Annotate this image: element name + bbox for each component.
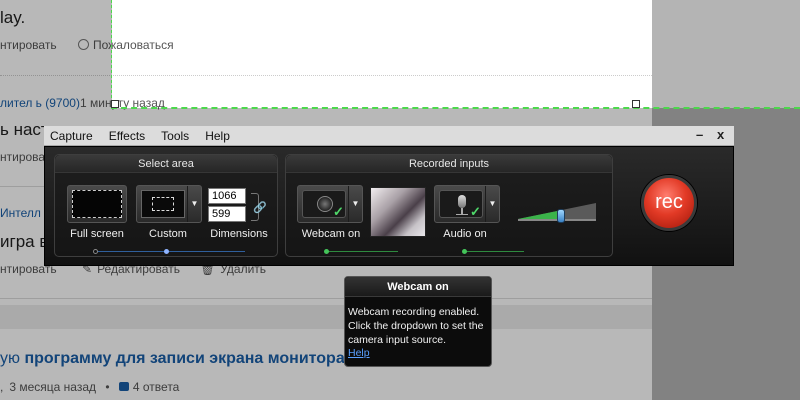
track-dot-active bbox=[324, 249, 329, 254]
recorder-toolbar: Select area Full screen ▼ Custom 1066 59… bbox=[44, 146, 734, 266]
camera-lens bbox=[317, 196, 333, 212]
audio-label: Audio on bbox=[443, 228, 487, 240]
area-track bbox=[95, 251, 245, 252]
recorded-inputs-panel: Recorded inputs ✓ ▼ Webcam on ✓ ▼ Audio … bbox=[285, 154, 613, 257]
input-track bbox=[326, 251, 398, 252]
width-input[interactable]: 1066 bbox=[208, 188, 246, 204]
custom-area-marquee bbox=[152, 197, 174, 211]
custom-label: Custom bbox=[149, 228, 187, 240]
selection-border-bottom[interactable] bbox=[111, 107, 800, 109]
check-icon: ✓ bbox=[333, 204, 344, 219]
input-track bbox=[464, 251, 524, 252]
height-input[interactable]: 599 bbox=[208, 206, 246, 222]
audio-button[interactable]: ✓ ▼ bbox=[434, 185, 500, 223]
menu-capture[interactable]: Capture bbox=[50, 129, 93, 143]
chevron-down-icon[interactable]: ▼ bbox=[348, 186, 362, 222]
webcam-preview bbox=[370, 187, 426, 237]
track-dot-active bbox=[462, 249, 467, 254]
tooltip-body: Webcam recording enabled. Click the drop… bbox=[345, 297, 491, 347]
menu-help[interactable]: Help bbox=[205, 129, 230, 143]
custom-area-button[interactable]: ▼ bbox=[136, 185, 202, 223]
track-dot-active bbox=[164, 249, 169, 254]
menu-effects[interactable]: Effects bbox=[109, 129, 145, 143]
full-screen-button[interactable] bbox=[67, 185, 127, 223]
select-area-panel: Select area Full screen ▼ Custom 1066 59… bbox=[54, 154, 278, 257]
tooltip-title: Webcam on bbox=[345, 277, 491, 297]
webcam-label: Webcam on bbox=[301, 228, 361, 240]
recorder-menubar: Capture Effects Tools Help – x bbox=[44, 126, 734, 146]
tooltip-line: Webcam recording enabled. bbox=[348, 306, 480, 318]
audio-level-slider-knob[interactable] bbox=[556, 209, 565, 223]
panel-title: Select area bbox=[55, 155, 277, 173]
full-screen-label: Full screen bbox=[70, 228, 124, 240]
track-dot bbox=[93, 249, 98, 254]
chevron-down-icon[interactable]: ▼ bbox=[485, 186, 499, 222]
webcam-tooltip: Webcam on Webcam recording enabled. Clic… bbox=[344, 276, 492, 367]
custom-area-icon bbox=[141, 190, 185, 218]
selection-handle[interactable] bbox=[111, 100, 119, 108]
tooltip-line: camera input source. bbox=[348, 334, 447, 346]
chevron-down-icon[interactable]: ▼ bbox=[187, 186, 201, 222]
tooltip-line: Click the dropdown to set the bbox=[348, 320, 484, 332]
selection-handle[interactable] bbox=[632, 100, 640, 108]
mic-base bbox=[456, 214, 468, 215]
minimize-button[interactable]: – bbox=[696, 127, 703, 142]
audio-level-meter[interactable] bbox=[518, 195, 596, 225]
menu-tools[interactable]: Tools bbox=[161, 129, 189, 143]
check-icon: ✓ bbox=[470, 204, 481, 219]
lock-icon[interactable]: 🔗 bbox=[253, 201, 267, 214]
webcam-button[interactable]: ✓ ▼ bbox=[297, 185, 363, 223]
mic-head bbox=[458, 195, 466, 208]
record-button[interactable]: rec bbox=[641, 175, 697, 231]
dim-overlay bbox=[0, 0, 112, 108]
tooltip-help-link[interactable]: Help bbox=[345, 347, 491, 359]
selection-border-left[interactable] bbox=[111, 0, 112, 108]
panel-title: Recorded inputs bbox=[286, 155, 612, 173]
close-button[interactable]: x bbox=[717, 127, 724, 142]
dimensions-label: Dimensions bbox=[210, 228, 268, 240]
screen-icon bbox=[72, 190, 122, 218]
